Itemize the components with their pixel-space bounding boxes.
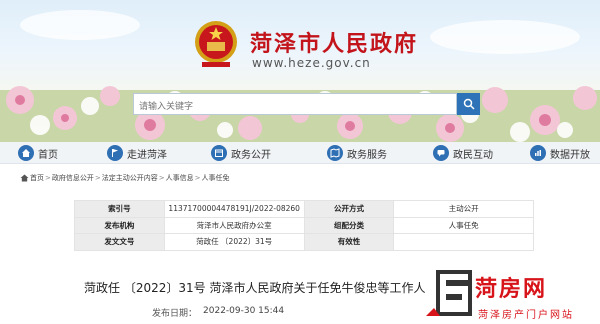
breadcrumb-separator: > (45, 174, 51, 182)
home-icon (18, 145, 34, 161)
index-number-value: 11371700004478191J/2022-08260 (163, 200, 305, 218)
breadcrumb-separator: > (94, 174, 101, 182)
home-icon (20, 174, 29, 182)
issuing-agency-label: 发布机构 (74, 216, 165, 234)
search-box (133, 93, 457, 117)
main-nav: 首页 走进菏泽 政务公开 政务服务 政民互动 数据开放 (0, 142, 600, 164)
document-number-value: 菏政任 〔2022〕31号 (163, 233, 305, 251)
breadcrumb-separator: > (194, 174, 201, 182)
nav-item-label: 数据开放 (550, 149, 590, 161)
nav-item-open-data[interactable]: 数据开放 (530, 145, 590, 161)
breadcrumb-item-statutory-content[interactable]: 法定主动公开内容 (102, 173, 158, 183)
header-banner: 菏泽市人民政府 www.heze.gov.cn (0, 0, 600, 142)
issuing-agency-value: 菏泽市人民政府办公室 (163, 216, 305, 234)
table-row: 发文文号 菏政任 〔2022〕31号 有效性 (74, 233, 534, 251)
publish-date-label: 发布日期： (152, 309, 198, 319)
nav-item-label: 首页 (38, 149, 58, 161)
page: 菏泽市人民政府 www.heze.gov.cn 首页 走进菏泽 (0, 0, 600, 324)
table-row: 索引号 11371700004478191J/2022-08260 公开方式 主… (74, 200, 534, 218)
flag-icon (107, 145, 123, 161)
search-icon (463, 98, 475, 110)
search-input[interactable] (134, 97, 456, 117)
chat-icon (433, 145, 449, 161)
nav-item-government-services[interactable]: 政务服务 (327, 145, 387, 161)
category-label: 组配分类 (303, 216, 395, 234)
watermark-brand: 菏房网 (475, 277, 548, 302)
breadcrumb: 首页 > 政府信息公开 > 法定主动公开内容 > 人事信息 > 人事任免 (20, 173, 230, 183)
nav-item-label: 政民互动 (453, 149, 493, 161)
publish-info: 发布日期： 2022-09-30 15:44 (152, 306, 284, 319)
breadcrumb-item-info-disclosure[interactable]: 政府信息公开 (52, 173, 94, 183)
index-number-label: 索引号 (74, 200, 165, 218)
nav-item-label: 走进菏泽 (127, 149, 167, 161)
nav-item-public-interaction[interactable]: 政民互动 (433, 145, 493, 161)
nav-item-government-affairs[interactable]: 政务公开 (211, 145, 271, 161)
nav-item-label: 政务服务 (347, 149, 387, 161)
category-value: 人事任免 (393, 216, 534, 234)
site-url: www.heze.gov.cn (252, 56, 371, 70)
map-icon (327, 145, 343, 161)
document-info-table: 索引号 11371700004478191J/2022-08260 公开方式 主… (74, 200, 534, 251)
disclosure-method-label: 公开方式 (303, 200, 395, 218)
site-title: 菏泽市人民政府 (250, 32, 419, 57)
breadcrumb-item-home[interactable]: 首页 (30, 173, 44, 183)
table-row: 发布机构 菏泽市人民政府办公室 组配分类 人事任免 (74, 216, 534, 234)
nav-item-explore-heze[interactable]: 走进菏泽 (107, 145, 167, 161)
breadcrumb-item-appointments[interactable]: 人事任免 (202, 173, 230, 183)
disclosure-method-value: 主动公开 (393, 200, 534, 218)
validity-value (393, 233, 534, 251)
search-button[interactable] (457, 93, 480, 115)
data-icon (530, 145, 546, 161)
breadcrumb-item-personnel-info[interactable]: 人事信息 (166, 173, 194, 183)
watermark-subtitle: 菏泽房产门户网站 (478, 310, 574, 321)
cloud-decoration (430, 20, 580, 54)
nav-item-home[interactable]: 首页 (18, 145, 58, 161)
validity-label: 有效性 (303, 233, 395, 251)
cloud-decoration (20, 10, 140, 40)
publish-date-value: 2022-09-30 15:44 (203, 306, 285, 316)
calendar-icon (211, 145, 227, 161)
national-emblem-icon (195, 21, 237, 67)
breadcrumb-separator: > (158, 174, 165, 182)
article-title: 菏政任 〔2022〕31号 菏泽市人民政府关于任免牛俊忠等工作人 (84, 281, 426, 295)
nav-item-label: 政务公开 (231, 149, 271, 161)
document-number-label: 发文文号 (74, 233, 165, 251)
